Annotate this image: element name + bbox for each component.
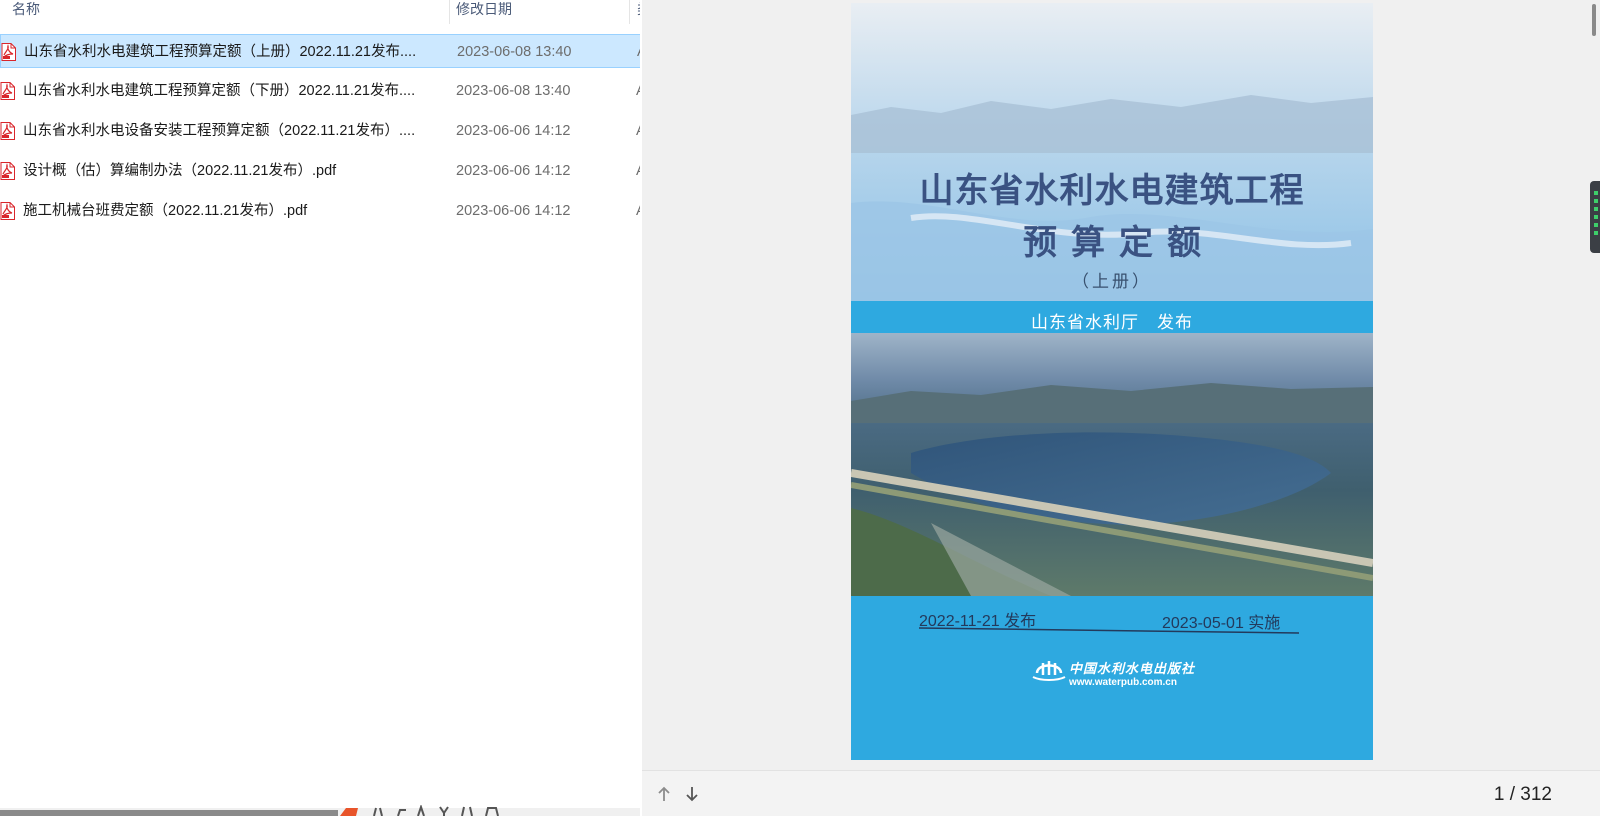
file-modified-date: 2023-06-06 14:12 xyxy=(456,163,571,179)
next-page-arrow-icon[interactable] xyxy=(684,785,700,803)
pdf-file-icon xyxy=(0,122,15,140)
cover-title-line-1: 山东省水利水电建筑工程 xyxy=(919,171,1305,211)
page-indicator: 1 / 312 xyxy=(1493,784,1552,805)
file-type: A xyxy=(636,122,640,140)
taskbar-icons-fragment xyxy=(340,805,499,816)
horizontal-scrollbar-thumb[interactable] xyxy=(0,810,338,816)
column-header: 名称 修改日期 类型 xyxy=(0,0,640,24)
previous-page-arrow-icon[interactable] xyxy=(656,785,672,803)
file-type: A xyxy=(636,162,640,180)
pdf-file-icon xyxy=(1,43,16,61)
file-row[interactable]: 设计概（估）算编制办法（2022.11.21发布）.pdf 2023-06-06… xyxy=(0,154,640,188)
column-divider[interactable] xyxy=(629,0,630,24)
file-modified-date: 2023-06-08 13:40 xyxy=(456,83,571,99)
pdf-file-icon xyxy=(0,162,15,180)
file-list-pane: 名称 修改日期 类型 山东省水利水电建筑工程预算定额（上册）2022.11.21… xyxy=(0,0,640,816)
preview-toolbar: 1 / 312 xyxy=(642,770,1600,816)
cover-press-url: www.waterpub.com.cn xyxy=(1069,677,1177,688)
cover-effective-date: 2023-05-01 实施 xyxy=(1162,615,1281,632)
cover-volume: （上册） xyxy=(1072,272,1152,291)
pdf-file-icon xyxy=(0,202,15,220)
file-type: A xyxy=(636,202,640,220)
document-page[interactable]: 山东省水利水电建筑工程 预算定额 （上册） 山东省水利厅 发布 2022-11-… xyxy=(851,3,1373,760)
file-row[interactable]: 山东省水利水电建筑工程预算定额（下册）2022.11.21发布.... 2023… xyxy=(0,74,640,108)
file-name: 设计概（估）算编制办法（2022.11.21发布）.pdf xyxy=(23,163,337,179)
press-logo-icon xyxy=(1032,661,1066,681)
file-modified-date: 2023-06-06 14:12 xyxy=(456,123,571,139)
vertical-scrollbar[interactable] xyxy=(1588,0,1600,770)
column-header-type[interactable]: 类型 xyxy=(637,0,640,24)
preview-pane: 山东省水利水电建筑工程 预算定额 （上册） 山东省水利厅 发布 2022-11-… xyxy=(642,0,1600,816)
cover-publisher: 山东省水利厅 发布 xyxy=(1031,313,1193,332)
file-type: A xyxy=(637,43,640,61)
cover-press-name: 中国水利水电出版社 xyxy=(1069,662,1196,677)
file-name: 山东省水利水电建筑工程预算定额（下册）2022.11.21发布.... xyxy=(23,83,416,99)
column-header-name[interactable]: 名称 xyxy=(12,0,40,24)
file-row[interactable]: 山东省水利水电设备安装工程预算定额（2022.11.21发布）.... 2023… xyxy=(0,114,640,148)
vertical-scrollbar-thumb[interactable] xyxy=(1592,4,1596,36)
file-modified-date: 2023-06-08 13:40 xyxy=(457,44,572,60)
file-name: 山东省水利水电设备安装工程预算定额（2022.11.21发布）.... xyxy=(23,123,416,139)
cover-issue-date: 2022-11-21 发布 xyxy=(919,613,1037,630)
column-divider[interactable] xyxy=(449,0,450,24)
edge-widget[interactable] xyxy=(1590,181,1600,253)
file-row[interactable]: 山东省水利水电建筑工程预算定额（上册）2022.11.21发布.... 2023… xyxy=(0,34,640,68)
file-modified-date: 2023-06-06 14:12 xyxy=(456,203,571,219)
column-header-date[interactable]: 修改日期 xyxy=(456,0,512,24)
pdf-file-icon xyxy=(0,82,15,100)
file-name: 施工机械台班费定额（2022.11.21发布）.pdf xyxy=(23,203,308,219)
cover-title-line-2: 预算定额 xyxy=(1023,223,1215,263)
file-name: 山东省水利水电建筑工程预算定额（上册）2022.11.21发布.... xyxy=(24,44,417,60)
book-cover-artwork xyxy=(851,3,1373,760)
file-row[interactable]: 施工机械台班费定额（2022.11.21发布）.pdf 2023-06-06 1… xyxy=(0,194,640,228)
file-type: A xyxy=(636,82,640,100)
